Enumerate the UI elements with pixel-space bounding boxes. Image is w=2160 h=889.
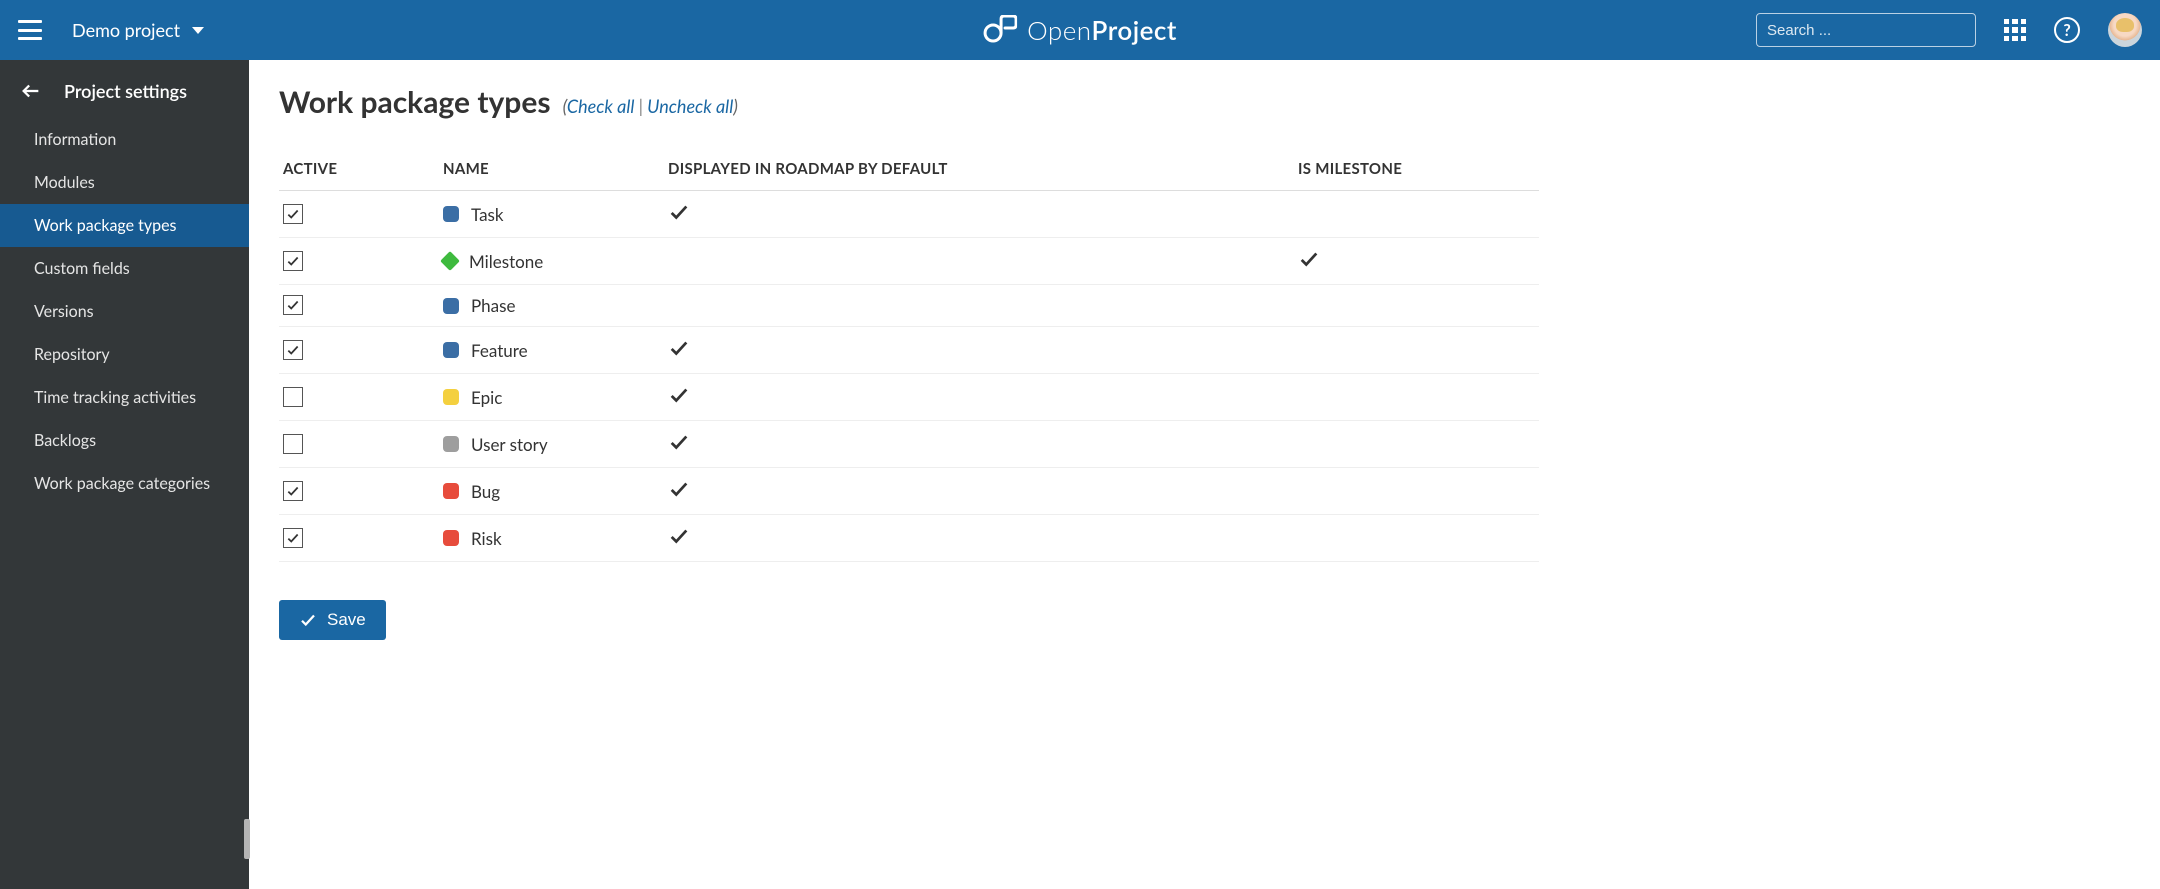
sidebar-item[interactable]: Time tracking activities [0,376,249,419]
search-input[interactable] [1767,22,1966,39]
type-color-icon [440,251,460,271]
check-icon [299,611,317,629]
sidebar-item[interactable]: Work package types [0,204,249,247]
page-title-row: Work package types (Check all|Uncheck al… [279,84,2130,120]
active-checkbox[interactable] [283,251,303,271]
type-color-icon [443,483,459,499]
sidebar-item[interactable]: Modules [0,161,249,204]
search-box[interactable] [1756,13,1976,47]
table-row: Task [279,191,1539,238]
uncheck-all-link[interactable]: Uncheck all [647,95,733,117]
type-name: Task [471,204,504,225]
main-content: Work package types (Check all|Uncheck al… [249,60,2160,889]
sidebar-title: Project settings [64,80,187,102]
hamburger-icon[interactable] [18,20,42,40]
sidebar-item[interactable]: Work package categories [0,462,249,505]
col-header-roadmap: Displayed in roadmap by default [664,148,1294,191]
sidebar-resize-handle[interactable] [244,819,250,859]
brand-name: OpenProject [1027,14,1177,46]
apps-icon[interactable] [2004,19,2026,41]
sidebar: Project settings InformationModulesWork … [0,60,249,889]
check-all-link[interactable]: Check all [567,95,635,117]
avatar[interactable] [2108,13,2142,47]
col-header-milestone: Is milestone [1294,148,1539,191]
type-name: Epic [471,387,502,408]
active-checkbox[interactable] [283,481,303,501]
milestone-check-icon [1298,253,1320,274]
table-row: Milestone [279,238,1539,285]
active-checkbox[interactable] [283,204,303,224]
type-color-icon [443,389,459,405]
type-name: Risk [471,528,502,549]
type-color-icon [443,298,459,314]
type-name: Phase [471,295,515,316]
sidebar-item[interactable]: Versions [0,290,249,333]
active-checkbox[interactable] [283,340,303,360]
type-color-icon [443,206,459,222]
project-name: Demo project [72,19,180,41]
page-title: Work package types [279,84,551,120]
col-header-active: Active [279,148,439,191]
table-row: Feature [279,327,1539,374]
help-icon[interactable]: ? [2054,17,2080,43]
roadmap-check-icon [668,436,690,457]
type-name: Feature [471,340,528,361]
active-checkbox[interactable] [283,434,303,454]
save-button-label: Save [327,610,366,630]
roadmap-check-icon [668,342,690,363]
caret-down-icon [192,27,204,34]
active-checkbox[interactable] [283,528,303,548]
roadmap-check-icon [668,389,690,410]
sidebar-item[interactable]: Information [0,118,249,161]
table-row: Risk [279,515,1539,562]
col-header-name: Name [439,148,664,191]
save-button[interactable]: Save [279,600,386,640]
brand-logo[interactable]: OpenProject [983,14,1177,46]
roadmap-check-icon [668,483,690,504]
project-selector[interactable]: Demo project [72,19,204,41]
active-checkbox[interactable] [283,387,303,407]
type-color-icon [443,342,459,358]
openproject-logo-icon [983,15,1017,45]
type-name: User story [471,434,548,455]
sidebar-header: Project settings [0,60,249,118]
table-row: Epic [279,374,1539,421]
roadmap-check-icon [668,530,690,551]
table-row: Bug [279,468,1539,515]
type-color-icon [443,436,459,452]
table-row: User story [279,421,1539,468]
header-right: ? [1756,13,2142,47]
sidebar-items: InformationModulesWork package typesCust… [0,118,249,889]
sidebar-item[interactable]: Repository [0,333,249,376]
sidebar-item[interactable]: Custom fields [0,247,249,290]
sidebar-item[interactable]: Backlogs [0,419,249,462]
check-actions: (Check all|Uncheck all) [563,95,738,117]
back-arrow-icon[interactable] [20,80,42,102]
top-header: Demo project OpenProject ? [0,0,2160,60]
roadmap-check-icon [668,206,690,227]
type-name: Milestone [469,251,543,272]
active-checkbox[interactable] [283,295,303,315]
table-row: Phase [279,285,1539,327]
type-color-icon [443,530,459,546]
type-name: Bug [471,481,500,502]
types-table: Active Name Displayed in roadmap by defa… [279,148,1539,562]
